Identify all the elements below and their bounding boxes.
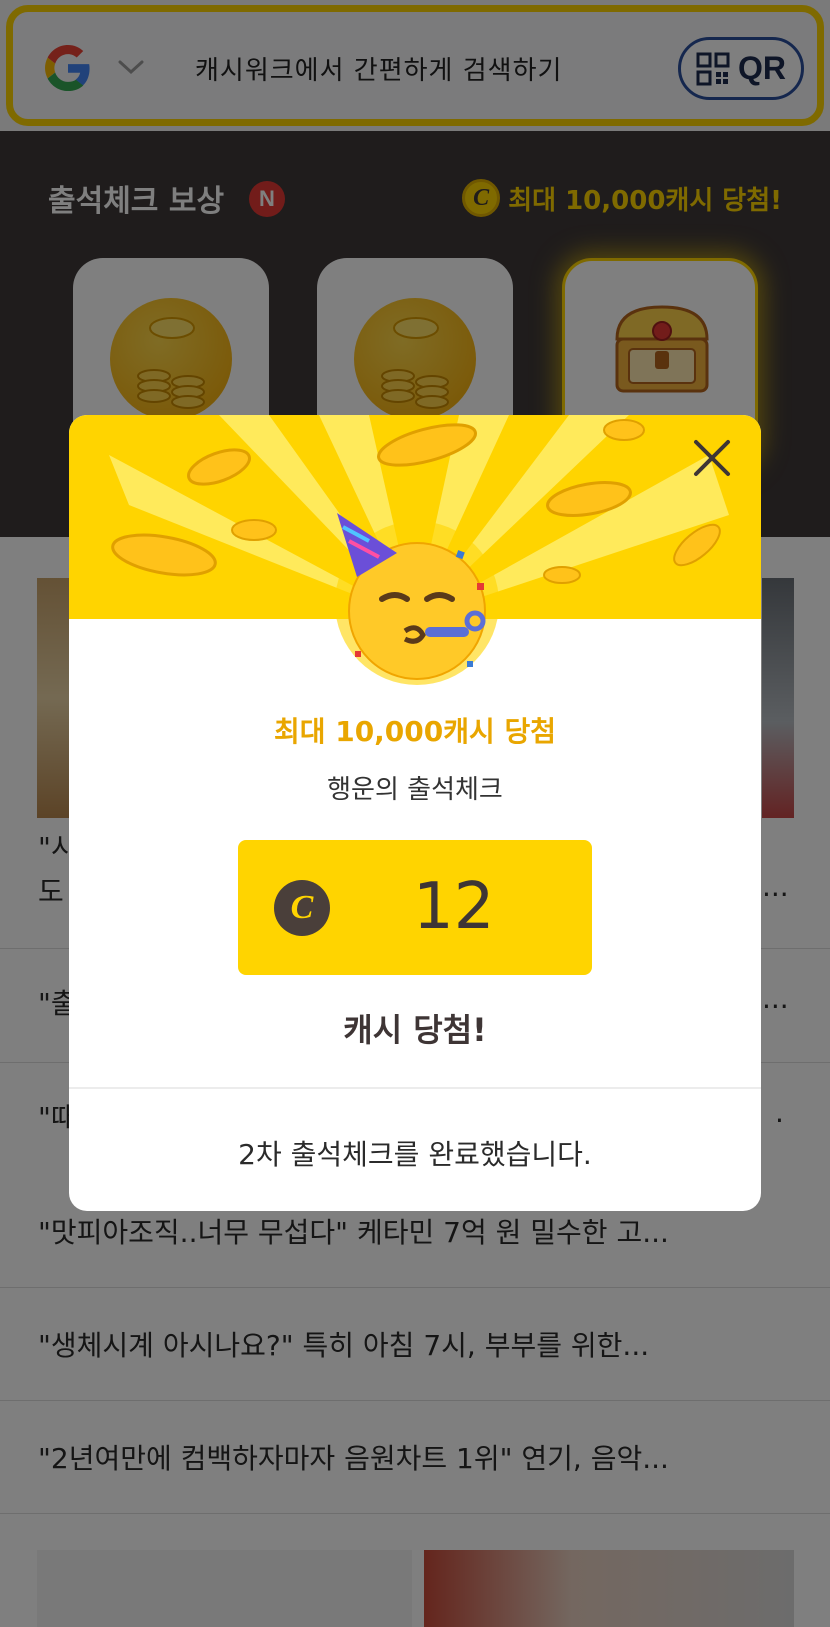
modal-title: 행운의 출석체크 [327, 775, 503, 805]
close-icon[interactable] [691, 437, 733, 479]
modal-subhead: 최대 10,000캐시 당첨 [273, 715, 557, 748]
reward-label: 캐시 당첨! [343, 1011, 487, 1049]
divider [69, 1087, 761, 1089]
modal-footer-message: 2차 출석체크를 완료했습니다. [238, 1138, 592, 1171]
reward-modal: 최대 10,000캐시 당첨 행운의 출석체크 C 12 캐시 당첨! 2차 출… [69, 415, 761, 1211]
coin-icon: C [274, 880, 330, 936]
reward-amount-box: C 12 [238, 840, 592, 975]
party-face-emoji-icon [335, 513, 499, 685]
reward-amount: 12 [413, 870, 495, 944]
